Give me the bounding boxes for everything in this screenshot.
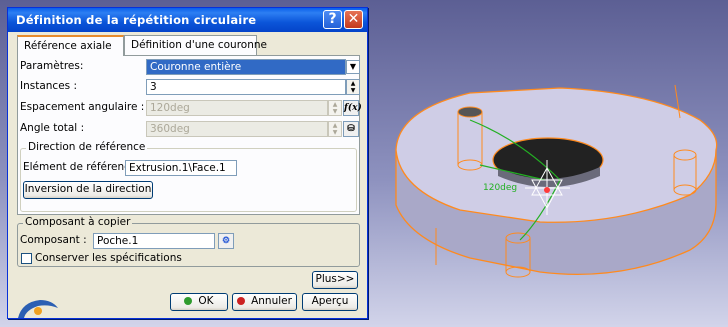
espacement-input[interactable]: 120deg [146, 100, 328, 116]
instances-input[interactable]: 3 [146, 79, 346, 95]
annuler-button[interactable]: Annuler [232, 293, 297, 311]
angle-annotation: 120deg [483, 183, 517, 193]
tab-reference-axiale[interactable]: Référence axiale [17, 35, 124, 56]
selection-icon[interactable]: ⚙ [218, 233, 234, 249]
conserver-label: Conserver les spécifications [35, 252, 182, 264]
element-reference-label: Elément de référence: [23, 161, 140, 173]
app-logo [18, 294, 62, 318]
composant-group-title: Composant à copier [23, 216, 133, 228]
dialog-title: Définition de la répétition circulaire [16, 13, 257, 27]
conserver-checkbox[interactable] [21, 253, 32, 264]
cancel-icon [237, 297, 246, 305]
composant-label: Composant : [20, 234, 87, 246]
tab-panel-reference-axiale: Paramètres: Couronne entière ▼ Instances… [17, 55, 362, 215]
composant-input[interactable]: Poche.1 [93, 233, 215, 249]
parametres-label: Paramètres: [20, 60, 84, 72]
ok-label: OK [198, 295, 214, 307]
inversion-direction-button[interactable]: Inversion de la direction [23, 181, 153, 199]
annuler-label: Annuler [251, 295, 292, 307]
parametres-select[interactable]: Couronne entière [146, 59, 346, 75]
direction-group-title: Direction de référence [26, 141, 148, 153]
catia-logo-icon [18, 300, 58, 318]
tab-definition-couronne[interactable]: Définition d'une couronne [124, 35, 267, 55]
angle-total-spinner[interactable]: ▲ ▼ [328, 121, 342, 137]
ok-icon [184, 297, 193, 305]
ok-button[interactable]: OK [170, 293, 228, 311]
lock-icon[interactable]: ⛁ [343, 121, 359, 137]
close-button[interactable]: ✕ [344, 10, 363, 29]
title-bar[interactable]: Définition de la répétition circulaire ?… [8, 8, 367, 32]
apercu-button[interactable]: Aperçu [302, 293, 358, 311]
circular-pattern-dialog: Définition de la répétition circulaire ?… [7, 7, 368, 319]
angle-total-label: Angle total : [20, 122, 85, 134]
formula-icon[interactable]: f(x) [343, 100, 362, 116]
espacement-label: Espacement angulaire : [20, 101, 145, 113]
element-reference-input[interactable]: Extrusion.1\Face.1 [125, 160, 237, 176]
plus-button[interactable]: Plus>> [312, 271, 358, 289]
angle-total-input[interactable]: 360deg [146, 121, 328, 137]
instances-spinner[interactable]: ▲ ▼ [346, 79, 360, 95]
composant-group: Composant à copier Composant : Poche.1 ⚙… [17, 216, 360, 267]
espacement-spinner[interactable]: ▲ ▼ [328, 100, 342, 116]
help-button[interactable]: ? [323, 10, 342, 29]
direction-group: Direction de référence Elément de référe… [20, 141, 357, 212]
axis-origin [544, 187, 550, 193]
chevron-down-icon[interactable]: ▼ [346, 60, 360, 74]
instances-label: Instances : [20, 80, 78, 92]
